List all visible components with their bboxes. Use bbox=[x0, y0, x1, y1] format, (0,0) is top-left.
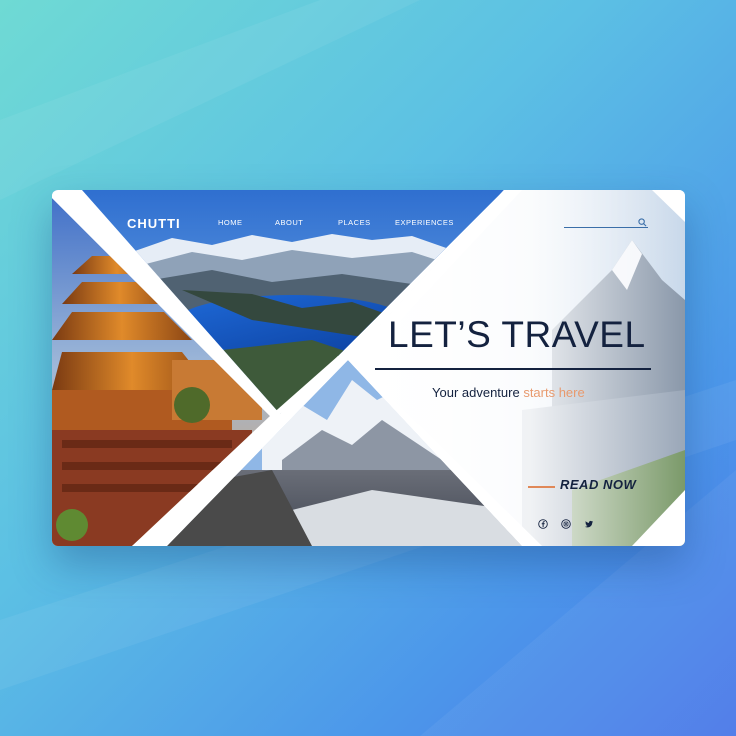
hero-headline: LET’S TRAVEL bbox=[388, 314, 646, 355]
tagline-accent: starts here bbox=[523, 385, 585, 400]
headline-divider bbox=[375, 368, 651, 370]
hero-tagline: Your adventure starts here bbox=[432, 385, 585, 400]
landing-page-card: CHUTTI HOME ABOUT PLACES EXPERIENCES LET… bbox=[52, 190, 685, 546]
facebook-icon[interactable] bbox=[538, 519, 548, 529]
search-icon[interactable] bbox=[638, 218, 647, 227]
nav-experiences[interactable]: EXPERIENCES bbox=[395, 218, 454, 227]
brand-logo[interactable]: CHUTTI bbox=[127, 216, 181, 231]
cta-divider bbox=[528, 486, 555, 488]
tagline-text: Your adventure bbox=[432, 385, 524, 400]
nav-about[interactable]: ABOUT bbox=[275, 218, 303, 227]
nav-places[interactable]: PLACES bbox=[338, 218, 371, 227]
search-input[interactable] bbox=[564, 227, 648, 228]
twitter-icon[interactable] bbox=[584, 519, 594, 529]
nav-home[interactable]: HOME bbox=[218, 218, 243, 227]
instagram-icon[interactable] bbox=[561, 519, 571, 529]
read-now-button[interactable]: READ NOW bbox=[560, 477, 636, 492]
